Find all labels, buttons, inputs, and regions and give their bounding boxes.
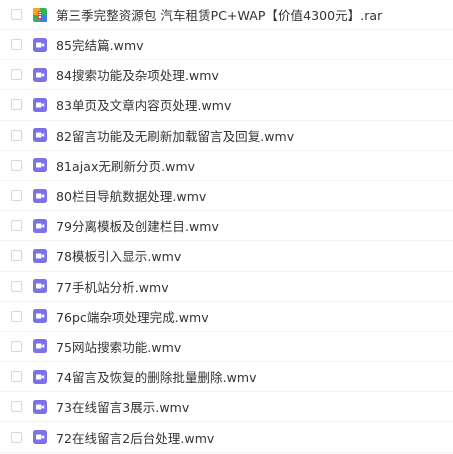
row-checkbox[interactable] <box>11 69 22 81</box>
row-checkbox[interactable] <box>11 250 22 262</box>
video-icon <box>33 158 47 173</box>
file-row-video[interactable]: 81ajax无刷新分页.wmv <box>0 151 453 181</box>
file-name[interactable]: 第三季完整资源包 汽车租赁PC+WAP【价值4300元】.rar <box>56 5 382 24</box>
file-name[interactable]: 81ajax无刷新分页.wmv <box>56 156 195 175</box>
file-name[interactable]: 75网站搜索功能.wmv <box>56 337 181 356</box>
row-checkbox[interactable] <box>11 340 22 352</box>
video-icon <box>33 188 47 203</box>
file-name[interactable]: 78模板引入显示.wmv <box>56 246 181 265</box>
video-icon <box>33 309 47 324</box>
file-row-video[interactable]: 75网站搜索功能.wmv <box>0 332 453 363</box>
video-icon <box>33 97 47 112</box>
video-icon <box>33 369 47 384</box>
row-checkbox[interactable] <box>11 310 22 322</box>
file-name[interactable]: 83单页及文章内容页处理.wmv <box>56 95 231 114</box>
file-row-video[interactable]: 85完结篇.wmv <box>0 30 453 61</box>
file-name[interactable]: 73在线留言3展示.wmv <box>56 397 189 416</box>
file-name[interactable]: 72在线留言2后台处理.wmv <box>56 428 214 447</box>
row-checkbox[interactable] <box>11 9 22 20</box>
row-checkbox[interactable] <box>11 401 22 413</box>
file-row-video[interactable]: 80栏目导航数据处理.wmv <box>0 181 453 212</box>
row-checkbox[interactable] <box>11 431 22 443</box>
file-row-video[interactable]: 83单页及文章内容页处理.wmv <box>0 90 453 121</box>
file-name[interactable]: 82留言功能及无刷新加载留言及回复.wmv <box>56 126 294 145</box>
video-icon <box>33 128 47 143</box>
file-row-video[interactable]: 78模板引入显示.wmv <box>0 241 453 272</box>
row-checkbox[interactable] <box>11 129 22 141</box>
file-name[interactable]: 77手机站分析.wmv <box>56 277 169 296</box>
file-name[interactable]: 79分离模板及创建栏目.wmv <box>56 216 219 235</box>
video-icon <box>33 218 47 233</box>
file-name[interactable]: 84搜索功能及杂项处理.wmv <box>56 65 219 84</box>
file-name[interactable]: 76pc端杂项处理完成.wmv <box>56 307 209 326</box>
row-checkbox[interactable] <box>11 220 22 232</box>
file-row-video[interactable]: 77手机站分析.wmv <box>0 272 453 302</box>
file-row-video[interactable]: 72在线留言2后台处理.wmv <box>0 422 453 453</box>
video-icon <box>33 430 47 445</box>
file-row-video[interactable]: 76pc端杂项处理完成.wmv <box>0 302 453 332</box>
row-checkbox[interactable] <box>11 280 22 292</box>
row-checkbox[interactable] <box>11 190 22 202</box>
file-row-archive[interactable]: 第三季完整资源包 汽车租赁PC+WAP【价值4300元】.rar <box>0 0 453 30</box>
video-icon <box>33 279 47 294</box>
file-row-video[interactable]: 84搜索功能及杂项处理.wmv <box>0 60 453 91</box>
file-name[interactable]: 80栏目导航数据处理.wmv <box>56 186 206 205</box>
video-icon <box>33 37 47 52</box>
video-icon <box>33 339 47 354</box>
video-icon <box>33 399 47 414</box>
archive-icon <box>33 7 47 22</box>
row-checkbox[interactable] <box>11 159 22 171</box>
row-checkbox[interactable] <box>11 99 22 111</box>
row-checkbox[interactable] <box>11 371 22 383</box>
row-checkbox[interactable] <box>11 39 22 51</box>
video-icon <box>33 67 47 82</box>
file-row-video[interactable]: 74留言及恢复的删除批量删除.wmv <box>0 362 453 393</box>
file-name[interactable]: 74留言及恢复的删除批量删除.wmv <box>56 367 257 386</box>
file-row-video[interactable]: 79分离模板及创建栏目.wmv <box>0 211 453 242</box>
file-name[interactable]: 85完结篇.wmv <box>56 35 144 54</box>
file-row-video[interactable]: 73在线留言3展示.wmv <box>0 392 453 423</box>
file-list: 第三季完整资源包 汽车租赁PC+WAP【价值4300元】.rar 85完结篇.w… <box>0 0 453 454</box>
video-icon <box>33 248 47 263</box>
file-row-video[interactable]: 82留言功能及无刷新加载留言及回复.wmv <box>0 121 453 151</box>
